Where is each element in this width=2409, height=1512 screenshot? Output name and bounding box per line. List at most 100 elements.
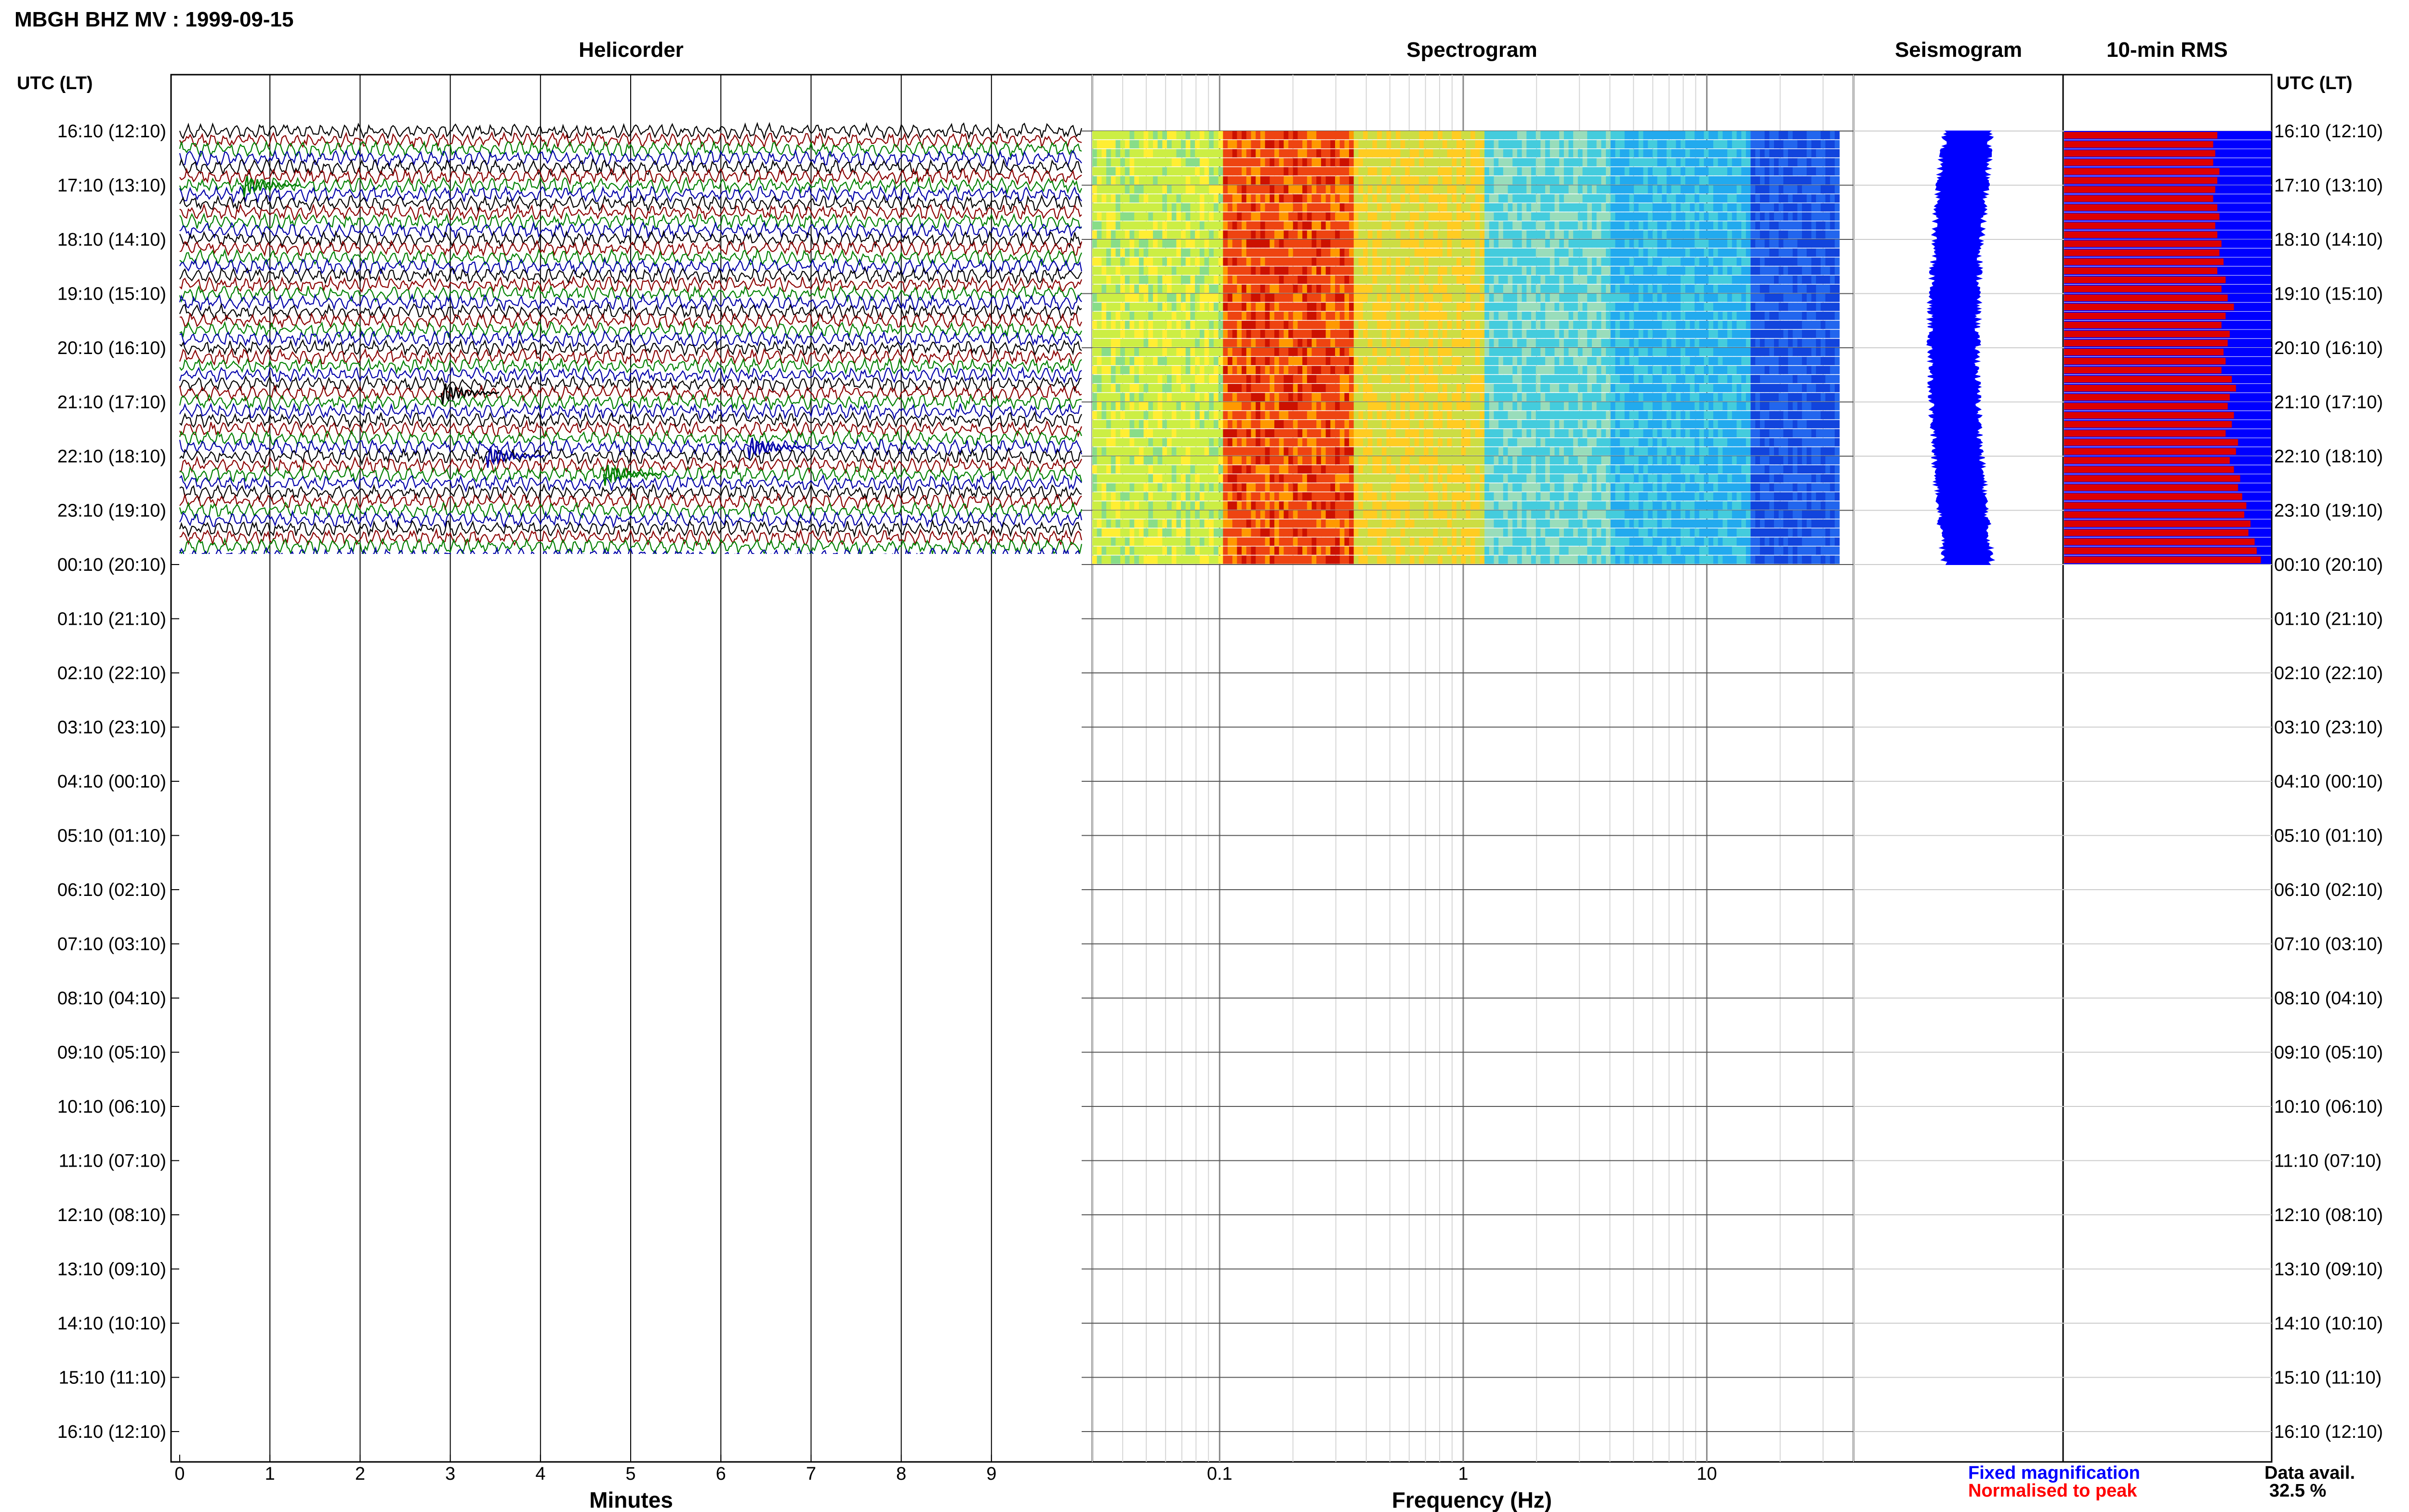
spectrogram-cell <box>1503 276 1509 284</box>
spectrogram-cell <box>1442 185 1448 194</box>
spectrogram-cell <box>1470 230 1476 239</box>
spectrogram-cell <box>1181 221 1186 230</box>
spectrogram-cell <box>1167 366 1172 374</box>
spectrogram-cell <box>1377 329 1382 338</box>
spectrogram-cell <box>1489 266 1495 275</box>
spectrogram-cell <box>1549 248 1555 257</box>
spectrogram-cell <box>1615 393 1620 402</box>
spectrogram-cell <box>1671 158 1677 167</box>
spectrogram-cell <box>1778 149 1784 158</box>
spectrogram-cell <box>1601 140 1606 149</box>
spectrogram-cell <box>1722 302 1728 311</box>
spectrogram-cell <box>1732 266 1737 275</box>
spectrogram-cell <box>1685 393 1691 402</box>
spectrogram-cell <box>1494 276 1499 284</box>
spectrogram-cell <box>1265 203 1270 212</box>
spectrogram-cell <box>1214 212 1219 221</box>
spectrogram-cell <box>1797 293 1802 302</box>
spectrogram-cell <box>1835 356 1840 366</box>
spectrogram-cell <box>1405 149 1410 158</box>
spectrogram-cell <box>1386 257 1391 266</box>
spectrogram-cell <box>1293 402 1298 410</box>
spectrogram-cell <box>1592 203 1597 212</box>
spectrogram-cell <box>1601 393 1606 402</box>
spectrogram-cell <box>1778 302 1784 311</box>
spectrogram-cell <box>1367 284 1373 293</box>
spectrogram-cell <box>1489 393 1495 402</box>
spectrogram-cell <box>1372 329 1377 338</box>
spectrogram-cell <box>1288 375 1294 383</box>
spectrogram-cell <box>1778 230 1784 239</box>
spectrogram-cell <box>1764 339 1770 347</box>
spectrogram-cell <box>1643 366 1648 374</box>
spectrogram-cell <box>1699 131 1705 140</box>
spectrogram-cell <box>1456 203 1462 212</box>
spectrogram-cell <box>1470 320 1476 329</box>
spectrogram-cell <box>1386 375 1391 383</box>
spectrogram-cell <box>1419 230 1424 239</box>
spectrogram-cell <box>1171 348 1177 356</box>
spectrogram-cell <box>1344 348 1350 356</box>
spectrogram-cell <box>1563 194 1569 203</box>
spectrogram-cell <box>1349 203 1354 212</box>
spectrogram-cell <box>1792 339 1798 347</box>
spectrogram-cell <box>1129 248 1135 257</box>
spectrogram-cell <box>1438 203 1443 212</box>
spectrogram-cell <box>1265 176 1270 185</box>
spectrogram-cell <box>1129 348 1135 356</box>
spectrogram-cell <box>1157 221 1163 230</box>
spectrogram-cell <box>1344 375 1350 383</box>
spectrogram-cell <box>1419 185 1424 194</box>
spectrogram-cell <box>1503 329 1509 338</box>
spectrogram-cell <box>1396 339 1401 347</box>
spectrogram-cell <box>1325 384 1331 393</box>
spectrogram-cell <box>1125 266 1130 275</box>
spectrogram-cell <box>1195 375 1200 383</box>
spectrogram-cell <box>1097 212 1102 221</box>
spectrogram-title: Spectrogram <box>1406 38 1537 62</box>
spectrogram-cell <box>1484 375 1490 383</box>
spectrogram-cell <box>1456 366 1462 374</box>
spectrogram-cell <box>1592 266 1597 275</box>
spectrogram-cell <box>1279 185 1284 194</box>
spectrogram-cell <box>1148 185 1153 194</box>
spectrogram-cell <box>1624 276 1630 284</box>
spectrogram-cell <box>1610 140 1616 149</box>
spectrogram-cell <box>1517 393 1522 402</box>
spectrogram-cell <box>1681 266 1686 275</box>
spectrogram-cell <box>1792 302 1798 311</box>
spectrogram-cell <box>1372 158 1377 167</box>
spectrogram-cell <box>1242 131 1247 140</box>
spectrogram-cell <box>1195 194 1200 203</box>
spectrogram-cell <box>1764 302 1770 311</box>
spectrogram-cell <box>1232 131 1238 140</box>
spectrogram-cell <box>1480 194 1485 203</box>
spectrogram-cell <box>1377 356 1382 366</box>
spectrogram-cell <box>1732 131 1737 140</box>
spectrogram-cell <box>1353 384 1359 393</box>
spectrogram-cell <box>1774 348 1779 356</box>
spectrogram-cell <box>1727 176 1733 185</box>
spectrogram-cell <box>1540 312 1546 320</box>
spectrogram-cell <box>1671 329 1677 338</box>
spectrogram-cell <box>1508 375 1513 383</box>
spectrogram-cell <box>1162 185 1167 194</box>
spectrogram-cell <box>1181 312 1186 320</box>
spectrogram-cell <box>1311 284 1317 293</box>
spectrogram-cell <box>1778 158 1784 167</box>
spectrogram-cell <box>1802 257 1807 266</box>
spectrogram-cell <box>1237 203 1242 212</box>
spectrogram-cell <box>1811 167 1816 176</box>
spectrogram-cell <box>1549 284 1555 293</box>
spectrogram-cell <box>1410 276 1415 284</box>
spectrogram-cell <box>1601 257 1606 266</box>
spectrogram-cell <box>1325 356 1331 366</box>
spectrogram-cell <box>1629 131 1634 140</box>
spectrogram-cell <box>1363 185 1368 194</box>
spectrogram-cell <box>1405 203 1410 212</box>
spectrogram-cell <box>1129 339 1135 347</box>
spectrogram-cell <box>1171 257 1177 266</box>
spectrogram-cell <box>1396 176 1401 185</box>
spectrogram-cell <box>1699 176 1705 185</box>
spectrogram-cell <box>1685 203 1691 212</box>
